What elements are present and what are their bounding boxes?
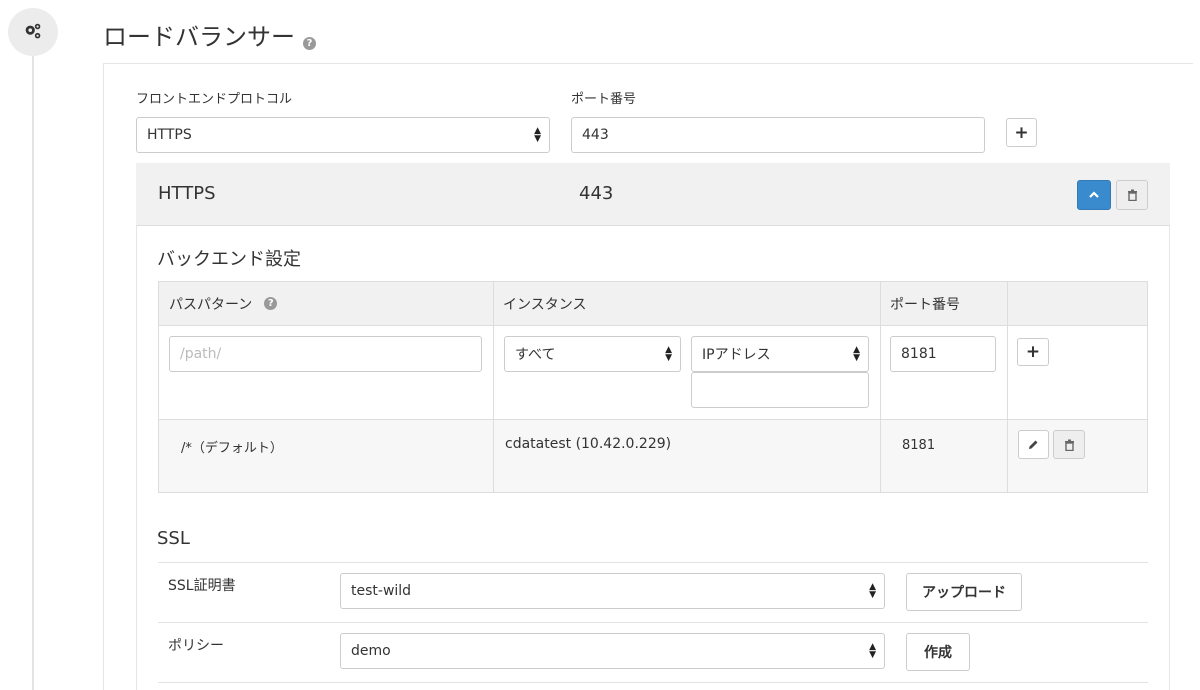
- backend-port-input[interactable]: 8181: [890, 336, 996, 372]
- default-port: 8181: [902, 438, 936, 453]
- page-title-text: ロードバランサー: [103, 23, 295, 51]
- plus-icon: +: [1025, 342, 1041, 362]
- instance-filter-select[interactable]: すべて ▲ ▼: [504, 336, 681, 372]
- instance-type-value: IPアドレス: [702, 347, 771, 363]
- col-header-instance: インスタンス: [493, 282, 880, 326]
- page-title: ロードバランサー ?: [103, 17, 316, 52]
- col-header-instance-label: インスタンス: [503, 296, 587, 313]
- frontend-protocol-label: フロントエンドプロトコル: [136, 92, 293, 107]
- col-header-path: パスパターン ?: [159, 282, 493, 326]
- frontend-protocol-value: HTTPS: [147, 127, 192, 143]
- select-arrows-icon: ▲ ▼: [853, 345, 860, 363]
- ssl-certificate-label: SSL証明書: [168, 578, 236, 594]
- backend-port-value: 8181: [901, 346, 937, 362]
- path-pattern-placeholder: /path/: [180, 346, 222, 362]
- backend-title: バックエンド設定: [157, 249, 301, 270]
- col-divider: [1007, 420, 1008, 492]
- col-divider: [493, 420, 494, 492]
- listener-port: 443: [579, 183, 614, 204]
- ssl-policy-select[interactable]: demo ▲ ▼: [340, 633, 885, 669]
- upload-button-label: アップロード: [922, 585, 1006, 601]
- path-help-icon[interactable]: ?: [264, 297, 278, 310]
- instance-type-select[interactable]: IPアドレス ▲ ▼: [691, 336, 869, 372]
- select-arrows-icon: ▲ ▼: [869, 642, 876, 660]
- trash-icon: [1064, 439, 1074, 451]
- upload-button[interactable]: アップロード: [906, 573, 1022, 611]
- ssl-certificate-value: test-wild: [351, 583, 412, 599]
- trash-icon: [1127, 189, 1137, 201]
- ssl-policy-value: demo: [351, 643, 391, 659]
- delete-backend-button[interactable]: [1053, 430, 1085, 459]
- delete-listener-button[interactable]: [1116, 180, 1148, 210]
- ssl-title: SSL: [157, 528, 190, 549]
- create-policy-button[interactable]: 作成: [906, 633, 970, 671]
- instance-filter-value: すべて: [515, 347, 556, 363]
- plus-icon: +: [1014, 122, 1029, 143]
- table-row-default: [159, 419, 1147, 492]
- add-listener-button[interactable]: +: [1006, 118, 1037, 147]
- select-arrows-icon: ▲ ▼: [869, 582, 876, 600]
- col-divider: [880, 420, 881, 492]
- default-path: /*（デフォルト）: [181, 441, 283, 456]
- gears-icon: [25, 23, 41, 39]
- ssl-divider: [158, 682, 1148, 690]
- collapse-button[interactable]: [1077, 180, 1111, 210]
- listener-header: HTTPS 443: [136, 163, 1170, 226]
- settings-badge: [8, 8, 58, 56]
- path-pattern-input[interactable]: /path/: [169, 336, 482, 372]
- col-header-port: ポート番号: [880, 282, 1007, 326]
- chevron-up-icon: [1089, 191, 1099, 198]
- backend-table: パスパターン ? インスタンス ポート番号: [158, 281, 1148, 493]
- add-backend-button[interactable]: +: [1017, 338, 1049, 366]
- col-header-port-label: ポート番号: [890, 296, 960, 313]
- frontend-port-input[interactable]: 443: [571, 117, 985, 153]
- timeline-line: [32, 50, 34, 690]
- help-icon[interactable]: ?: [303, 37, 316, 50]
- frontend-protocol-select[interactable]: HTTPS ▲ ▼: [136, 117, 550, 153]
- select-arrows-icon: ▲ ▼: [665, 345, 672, 363]
- instance-value-input[interactable]: [691, 372, 869, 408]
- create-policy-button-label: 作成: [924, 645, 952, 661]
- listener-protocol: HTTPS: [158, 183, 216, 204]
- col-header-actions: [1007, 282, 1147, 326]
- pencil-icon: [1029, 440, 1038, 449]
- select-arrows-icon: ▲ ▼: [534, 126, 541, 144]
- ssl-certificate-select[interactable]: test-wild ▲ ▼: [340, 573, 885, 609]
- ssl-policy-label: ポリシー: [168, 638, 224, 654]
- frontend-port-label: ポート番号: [571, 92, 637, 107]
- frontend-port-value: 443: [582, 127, 609, 143]
- edit-backend-button[interactable]: [1018, 430, 1049, 459]
- default-instance: cdatatest (10.42.0.229): [505, 436, 672, 452]
- col-header-path-label: パスパターン: [169, 296, 253, 313]
